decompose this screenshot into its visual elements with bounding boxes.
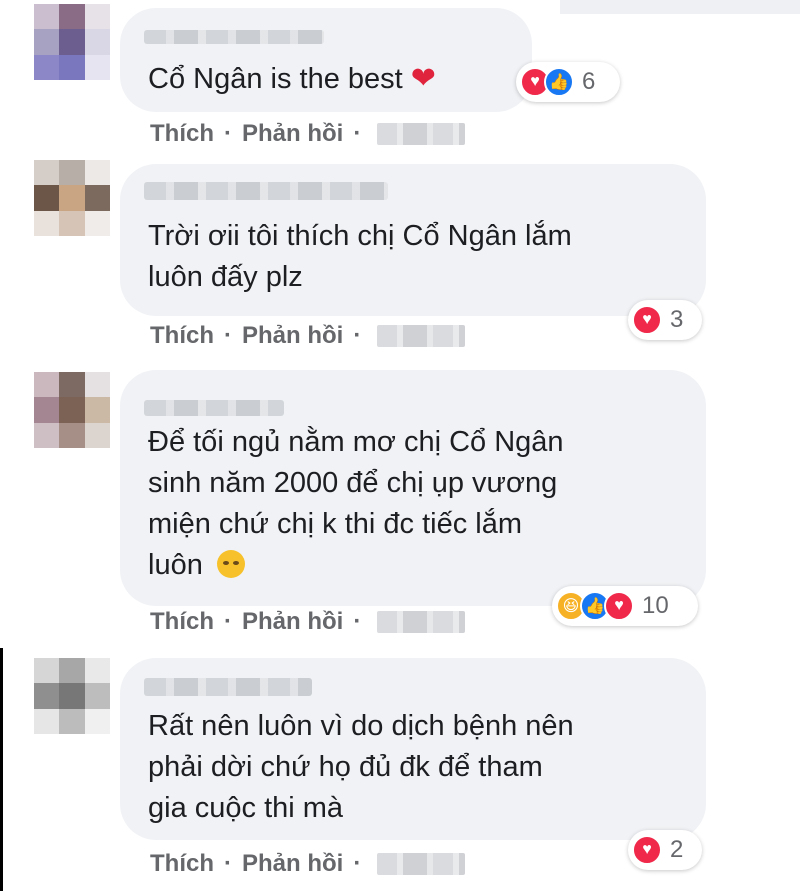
comment-text-line: phải dời chứ họ đủ đk để tham — [148, 751, 543, 783]
separator-dot: · — [353, 608, 362, 635]
timestamp-blurred[interactable] — [377, 123, 466, 145]
comment-actions: Thích · Phản hồi · — [150, 120, 466, 148]
comment-text: Cổ Ngân is the best ❤ — [148, 58, 436, 100]
love-icon: ♥ — [632, 305, 662, 335]
reaction-summary[interactable]: 😆 👍 ♥ 10 — [552, 586, 698, 626]
love-icon: ♥ — [632, 835, 662, 865]
comment-bubble: Rất nên luôn vì do dịch bệnh nên phải dờ… — [120, 658, 706, 840]
avatar[interactable] — [34, 372, 110, 448]
comment-actions: Thích · Phản hồi · — [150, 322, 466, 350]
separator-dot: · — [353, 850, 362, 877]
comment-text-line: sinh năm 2000 để chị ụp vương — [148, 467, 558, 499]
avatar[interactable] — [34, 4, 110, 80]
comment-2: Trời ơii tôi thích chị Cổ Ngân lắm luôn … — [0, 160, 800, 360]
comment-bubble: Cổ Ngân is the best ❤ — [120, 8, 532, 112]
reaction-count: 3 — [670, 306, 684, 333]
timestamp-blurred[interactable] — [377, 853, 466, 875]
avatar[interactable] — [34, 160, 110, 236]
separator-dot: · — [224, 850, 232, 877]
red-heart-emoji-icon: ❤ — [410, 62, 436, 95]
comment-text: Rất nên luôn vì do dịch bệnh nên phải dờ… — [148, 706, 574, 829]
comment-4: Rất nên luôn vì do dịch bệnh nên phải dờ… — [0, 654, 800, 891]
reaction-summary[interactable]: ♥ 👍 6 — [516, 62, 620, 102]
separator-dot: · — [224, 322, 232, 349]
comment-3: Để tối ngủ nằm mơ chị Cổ Ngân sinh năm 2… — [0, 366, 800, 648]
reaction-summary[interactable]: ♥ 2 — [628, 830, 702, 870]
comment-bubble: Để tối ngủ nằm mơ chị Cổ Ngân sinh năm 2… — [120, 370, 706, 606]
comment-bubble: Trời ơii tôi thích chị Cổ Ngân lắm luôn … — [120, 164, 706, 316]
reaction-summary[interactable]: ♥ 3 — [628, 300, 702, 340]
reaction-count: 10 — [642, 592, 669, 619]
author-name-blurred[interactable] — [144, 182, 388, 200]
separator-dot: · — [224, 608, 232, 635]
reply-link[interactable]: Phản hồi — [242, 850, 343, 878]
like-link[interactable]: Thích — [150, 322, 214, 350]
comment-text: Để tối ngủ nằm mơ chị Cổ Ngân sinh năm 2… — [148, 422, 564, 586]
comment-actions: Thích · Phản hồi · — [150, 608, 466, 636]
comment-actions: Thích · Phản hồi · — [150, 850, 466, 878]
comment-text-line: gia cuộc thi mà — [148, 792, 344, 824]
separator-dot: · — [353, 322, 362, 349]
reaction-count: 6 — [582, 68, 596, 95]
timestamp-blurred[interactable] — [377, 611, 466, 633]
comment-text-line: Rất nên luôn vì do dịch bệnh nên — [148, 710, 574, 742]
author-name-blurred[interactable] — [144, 400, 284, 416]
like-link[interactable]: Thích — [150, 120, 214, 148]
author-name-blurred[interactable] — [144, 678, 312, 696]
reaction-count: 2 — [670, 836, 684, 863]
like-link[interactable]: Thích — [150, 608, 214, 636]
comment-text-line: luôn đấy plz — [148, 261, 303, 293]
comment-text-line: Để tối ngủ nằm mơ chị Cổ Ngân — [148, 426, 564, 458]
comment-text-line: luôn — [148, 549, 203, 581]
love-icon: ♥ — [604, 591, 634, 621]
reply-link[interactable]: Phản hồi — [242, 608, 343, 636]
avatar[interactable] — [34, 658, 110, 734]
separator-dot: · — [224, 120, 232, 147]
like-icon: 👍 — [544, 67, 574, 97]
reply-link[interactable]: Phản hồi — [242, 322, 343, 350]
separator-dot: · — [353, 120, 362, 147]
reply-link[interactable]: Phản hồi — [242, 120, 343, 148]
timestamp-blurred[interactable] — [377, 325, 466, 347]
comment-text: Trời ơii tôi thích chị Cổ Ngân lắm luôn … — [148, 216, 572, 298]
comment-text-line: Cổ Ngân is the best — [148, 63, 403, 95]
comment-text-line: miện chứ chị k thi đc tiếc lắm — [148, 508, 522, 540]
comment-1: Cổ Ngân is the best ❤ ♥ 👍 6 Thích · Phản… — [0, 0, 800, 160]
like-link[interactable]: Thích — [150, 850, 214, 878]
crying-face-emoji-icon — [216, 550, 245, 578]
comment-text-line: Trời ơii tôi thích chị Cổ Ngân lắm — [148, 220, 572, 252]
author-name-blurred[interactable] — [144, 30, 324, 44]
